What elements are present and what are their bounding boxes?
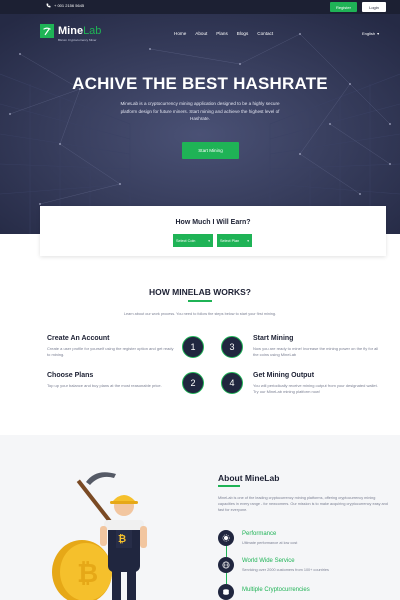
select-plan-dropdown[interactable]: Select Plan ▾ (217, 234, 252, 247)
chevron-down-icon: ▾ (377, 31, 380, 36)
feature-connector (225, 545, 227, 557)
feature-connector (225, 572, 227, 584)
feature-title-performance: Performance (242, 531, 277, 537)
coins-icon (218, 584, 234, 600)
feature-desc-performance: Ultimate performance at low cost (242, 541, 298, 545)
feature-title-world-wide: World Wide Service (242, 558, 295, 564)
title-underline (188, 300, 212, 302)
feature-desc-world-wide: Servicing over 2000 customers from 100+ … (242, 568, 329, 572)
pickaxe-logo-icon (40, 24, 54, 38)
site-logo[interactable]: MineLab (40, 24, 101, 38)
about-title-underline (218, 485, 240, 487)
logo-wordmark: MineLab (58, 24, 102, 37)
hero-title: ACHIVE THE BEST HASHRATE (72, 74, 328, 93)
step-text-3: Now you are ready to mine! Increase the … (253, 346, 379, 357)
nav-home[interactable]: Home (174, 31, 186, 36)
step-number-3: 3 (221, 336, 243, 358)
step-text-4: You will periodically receive mining out… (253, 383, 378, 394)
start-mining-button[interactable]: Start Mining (182, 142, 239, 159)
chevron-down-icon: ▾ (247, 238, 249, 243)
phone-contact[interactable]: + 001 2156 5645 (46, 3, 84, 8)
chevron-down-icon: ▾ (208, 238, 210, 243)
svg-text:₿: ₿ (118, 533, 126, 545)
miner-illustration: ₿ ₿ (52, 472, 147, 600)
earnings-title: How Much I Will Earn? (175, 219, 251, 226)
step-title-3: Start Mining (253, 335, 294, 342)
nav-blogs[interactable]: Blogs (237, 31, 249, 36)
select-coin-dropdown[interactable]: Select Coin ▾ (173, 234, 213, 247)
about-title: About MineLab (218, 473, 280, 483)
nav-about[interactable]: About (195, 31, 207, 36)
feature-title-multiple-crypto: Multiple Cryptocurrencies (242, 587, 310, 593)
how-section-title: HOW MINELAB WORKS? (149, 287, 251, 297)
main-nav: Home About Plans Blogs Contact (174, 31, 282, 36)
nav-plans[interactable]: Plans (216, 31, 228, 36)
step-title-4: Get Mining Output (253, 372, 315, 379)
hero-description: MineLab is a cryptocurrency mining appli… (120, 101, 280, 121)
language-select[interactable]: English ▾ (362, 31, 379, 36)
hero-section: MineLab Bitcoin Cryptocurrency Miner Hom… (0, 14, 400, 234)
logo-tagline: Bitcoin Cryptocurrency Miner (58, 38, 97, 42)
step-number-4: 4 (221, 372, 243, 394)
nav-contact[interactable]: Contact (257, 31, 273, 36)
step-title-1: Create An Account (47, 335, 110, 342)
phone-number: + 001 2156 5645 (54, 3, 85, 8)
svg-text:₿: ₿ (77, 558, 98, 588)
step-title-2: Choose Plans (47, 372, 94, 379)
select-plan-label: Select Plan (220, 238, 240, 243)
step-number-1: 1 (182, 336, 204, 358)
login-button[interactable]: Login (362, 2, 386, 12)
select-coin-label: Select Coin (176, 238, 196, 243)
globe-icon (218, 557, 234, 573)
step-number-2: 2 (182, 372, 204, 394)
register-button[interactable]: Register (330, 2, 357, 12)
step-text-1: Create a user profile for yourself using… (47, 346, 174, 357)
performance-icon (218, 530, 234, 546)
about-text: MineLab is one of the leading cryptocurr… (218, 496, 388, 512)
step-text-2: Top up your balance and buy plans at the… (47, 383, 162, 388)
earnings-calculator: How Much I Will Earn? Select Coin ▾ Sele… (40, 206, 386, 256)
language-label: English (362, 31, 376, 36)
phone-icon (46, 3, 51, 8)
hero-network-background (0, 14, 400, 234)
how-section-subtitle: Learn about our work process. You need t… (123, 312, 277, 316)
top-bar: + 001 2156 5645 Register Login (0, 0, 400, 14)
